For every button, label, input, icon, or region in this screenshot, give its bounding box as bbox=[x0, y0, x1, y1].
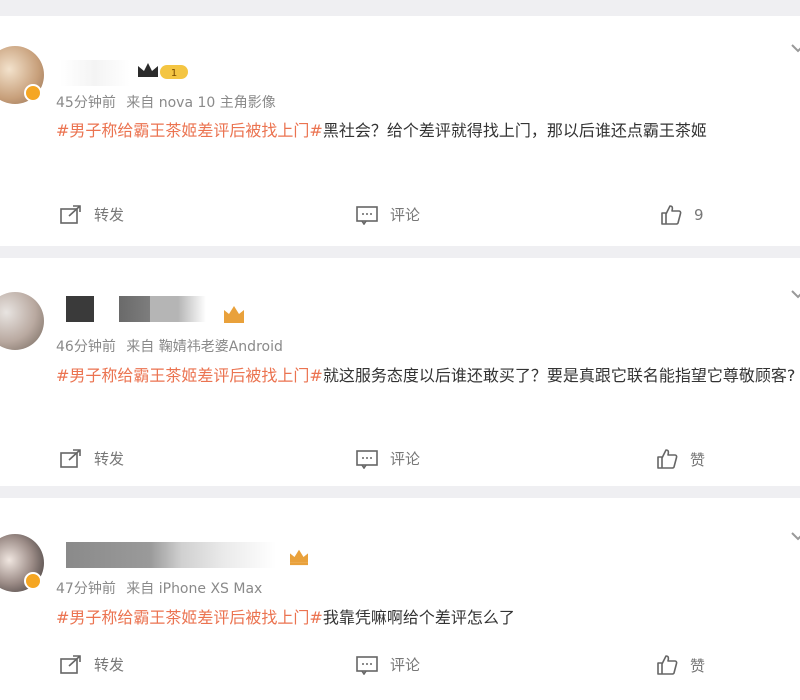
post-text: 就这服务态度以后谁还敢买了？要是真跟它联名能指望它尊敬顾客? bbox=[322, 366, 796, 385]
like-button[interactable]: 赞 bbox=[656, 654, 705, 676]
avatar[interactable] bbox=[0, 46, 44, 104]
username-blurred[interactable] bbox=[60, 60, 130, 86]
verified-badge-icon bbox=[24, 572, 42, 590]
post-card: 46分钟前 来自 鞠婧祎老婆Android #男子称给霸王茶姬差评后被找上门#就… bbox=[0, 258, 800, 486]
avatar[interactable] bbox=[0, 534, 44, 592]
thumbs-up-icon bbox=[661, 205, 682, 225]
comment-icon bbox=[356, 449, 378, 469]
post-content: #男子称给霸王茶姬差评后被找上门#黑社会？给个差评就得找上门，那以后谁还点霸王茶… bbox=[56, 117, 800, 145]
chevron-down-icon[interactable] bbox=[790, 528, 800, 544]
comment-icon bbox=[356, 205, 378, 225]
like-label: 赞 bbox=[690, 450, 706, 469]
avatar[interactable] bbox=[0, 292, 44, 350]
post-time[interactable]: 45分钟前 bbox=[56, 95, 116, 111]
thumbs-up-icon bbox=[657, 655, 678, 675]
post-time[interactable]: 47分钟前 bbox=[56, 581, 116, 597]
thumbs-up-icon bbox=[657, 449, 678, 469]
hashtag-link[interactable]: #男子称给霸王茶姬差评后被找上门# bbox=[56, 608, 323, 627]
repost-button[interactable]: 转发 bbox=[60, 654, 124, 675]
repost-label: 转发 bbox=[94, 206, 125, 224]
comment-icon bbox=[356, 655, 378, 675]
post-card: 1 45分钟前 来自 nova 10 主角影像 #男子称给霸王茶姬差评后被找上门… bbox=[0, 16, 800, 246]
post-content: #男子称给霸王茶姬差评后被找上门#就这服务态度以后谁还敢买了？要是真跟它联名能指… bbox=[56, 362, 800, 390]
username-blurred[interactable] bbox=[66, 542, 276, 568]
chevron-down-icon[interactable] bbox=[790, 286, 800, 302]
post-content: #男子称给霸王茶姬差评后被找上门#我靠凭嘛啊给个差评怎么了 bbox=[56, 604, 800, 632]
username-blurred[interactable] bbox=[66, 296, 206, 322]
comment-button[interactable]: 评论 bbox=[356, 448, 420, 469]
repost-icon bbox=[60, 448, 81, 468]
post-meta: 47分钟前 来自 iPhone XS Max bbox=[56, 578, 268, 598]
repost-button[interactable]: 转发 bbox=[60, 204, 124, 225]
comment-label: 评论 bbox=[390, 450, 421, 468]
post-source: 来自 鞠婧祎老婆Android bbox=[126, 339, 283, 355]
repost-icon bbox=[60, 654, 81, 674]
like-count: 9 bbox=[694, 206, 704, 224]
hashtag-link[interactable]: #男子称给霸王茶姬差评后被找上门# bbox=[56, 366, 323, 385]
like-button[interactable]: 9 bbox=[660, 204, 704, 226]
post-meta: 45分钟前 来自 nova 10 主角影像 bbox=[56, 92, 282, 112]
repost-button[interactable]: 转发 bbox=[60, 448, 124, 469]
vip-level-badge: 1 bbox=[136, 60, 192, 86]
like-label: 赞 bbox=[690, 656, 706, 675]
verified-badge-icon bbox=[24, 84, 42, 102]
post-text: 黑社会？给个差评就得找上门，那以后谁还点霸王茶姬 bbox=[322, 121, 707, 140]
chevron-down-icon[interactable] bbox=[790, 40, 800, 56]
post-source: 来自 iPhone XS Max bbox=[126, 581, 263, 597]
post-text: 我靠凭嘛啊给个差评怎么了 bbox=[322, 608, 515, 627]
post-time[interactable]: 46分钟前 bbox=[56, 339, 116, 355]
post-card: 47分钟前 来自 iPhone XS Max #男子称给霸王茶姬差评后被找上门#… bbox=[0, 498, 800, 700]
repost-label: 转发 bbox=[94, 450, 125, 468]
level-number: 1 bbox=[171, 68, 177, 79]
crown-badge-icon bbox=[222, 304, 246, 328]
repost-label: 转发 bbox=[94, 656, 125, 674]
action-bar: 转发 评论 赞 bbox=[0, 654, 800, 682]
post-source: 来自 nova 10 主角影像 bbox=[126, 95, 276, 111]
repost-icon bbox=[60, 204, 81, 224]
crown-badge-icon bbox=[288, 548, 310, 570]
action-bar: 转发 评论 赞 bbox=[0, 448, 800, 476]
hashtag-link[interactable]: #男子称给霸王茶姬差评后被找上门# bbox=[56, 121, 323, 140]
comment-label: 评论 bbox=[390, 206, 421, 224]
comment-button[interactable]: 评论 bbox=[356, 204, 420, 225]
comment-button[interactable]: 评论 bbox=[356, 654, 420, 675]
action-bar: 转发 评论 9 bbox=[0, 204, 800, 232]
comment-label: 评论 bbox=[390, 656, 421, 674]
like-button[interactable]: 赞 bbox=[656, 448, 705, 470]
post-meta: 46分钟前 来自 鞠婧祎老婆Android bbox=[56, 336, 289, 356]
